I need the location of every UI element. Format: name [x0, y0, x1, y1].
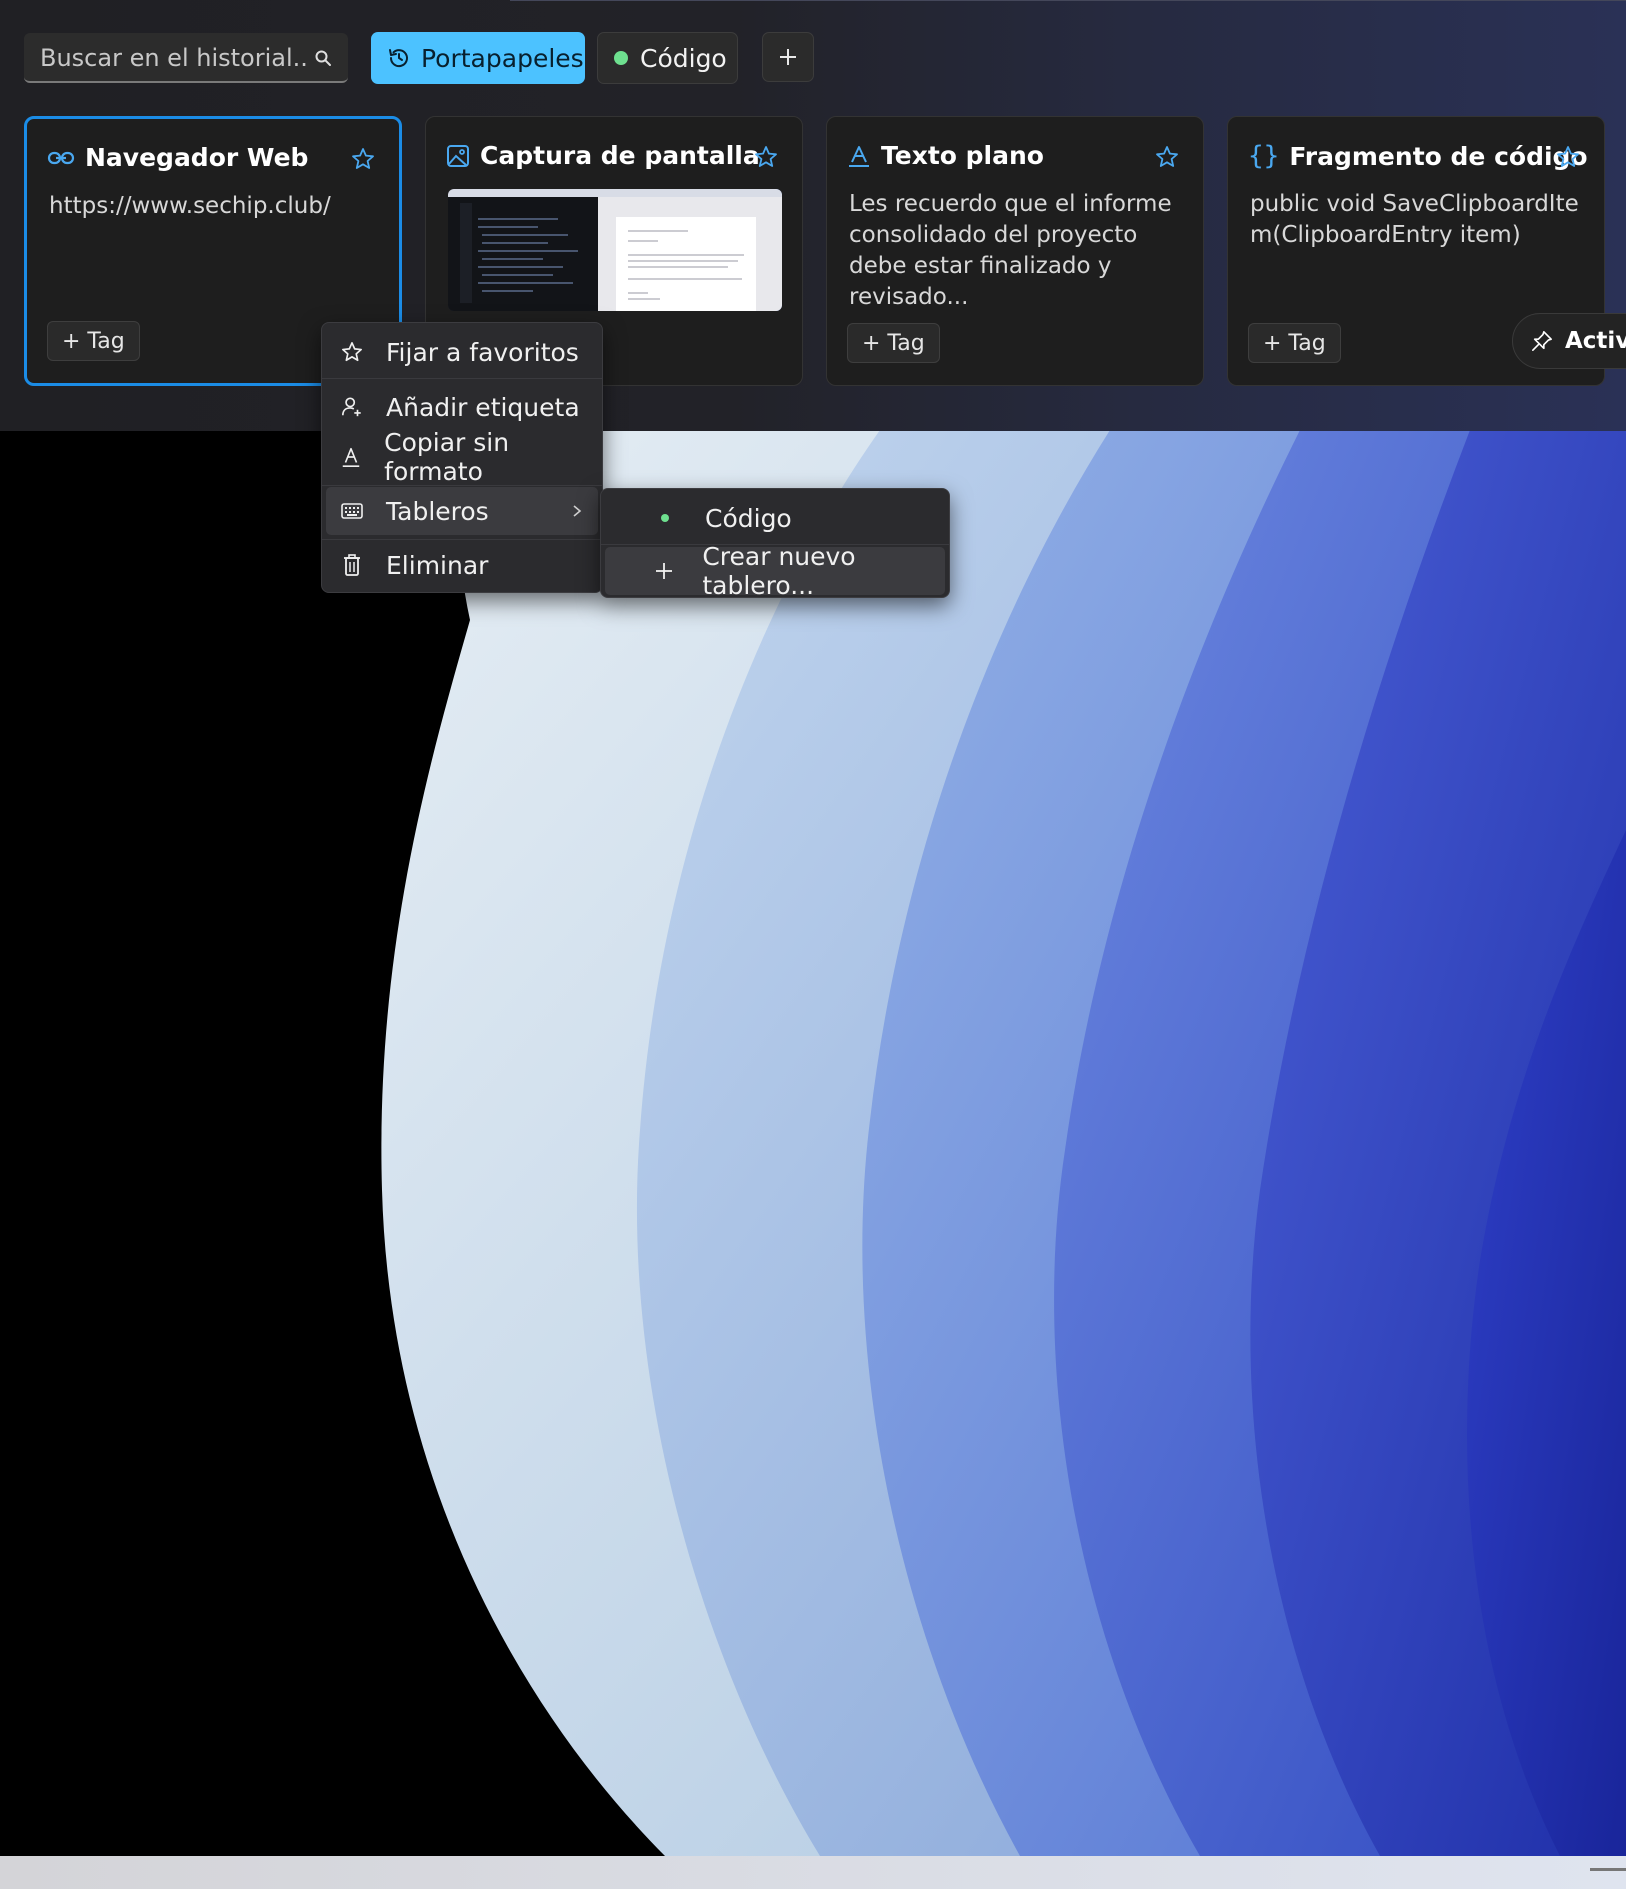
plus-icon — [653, 559, 674, 583]
tab-label: Código — [640, 43, 727, 73]
tab-board-codigo[interactable]: Código — [597, 32, 738, 84]
text-icon — [849, 145, 869, 167]
menu-item-label: Copiar sin formato — [384, 428, 510, 486]
menu-item-label: Crear nuevo tablero... — [702, 542, 856, 600]
clip-card-plain-text[interactable]: Texto plano Les recuerdo que el informe … — [826, 116, 1204, 386]
menu-separator — [322, 539, 602, 540]
add-board-button[interactable] — [762, 32, 814, 82]
submenu-item-codigo[interactable]: Código — [605, 494, 945, 542]
clipboard-panel: Portapapeles Código Navegador Web https:… — [0, 0, 1626, 431]
add-tag-button[interactable]: + Tag — [1248, 323, 1341, 363]
image-icon — [447, 144, 469, 167]
add-tag-button[interactable]: + Tag — [47, 321, 140, 361]
card-header: {} Fragmento de código — [1248, 141, 1588, 171]
card-title: Texto plano — [881, 141, 1044, 170]
star-icon — [340, 340, 364, 364]
card-title: Captura de pantalla — [480, 141, 760, 170]
taskbar-indicator — [1590, 1868, 1626, 1871]
context-menu: Fijar a favoritos Añadir etiqueta Copiar… — [321, 322, 603, 593]
menu-item-label: Eliminar — [386, 550, 489, 580]
menu-item-label: Tableros — [386, 496, 489, 526]
chevron-right-icon — [573, 505, 582, 517]
card-content: public void SaveClipboardItem(ClipboardE… — [1250, 191, 1579, 248]
menu-item-add-tag[interactable]: Añadir etiqueta — [326, 383, 598, 431]
board-color-dot — [614, 51, 628, 65]
keyboard-icon — [340, 499, 364, 523]
search-input[interactable] — [38, 33, 312, 83]
menu-item-label: Añadir etiqueta — [386, 392, 580, 422]
pin-button[interactable]: Activa — [1512, 313, 1626, 369]
card-title: Navegador Web — [85, 143, 309, 172]
pin-label: Activa — [1565, 328, 1626, 354]
favorite-star-icon[interactable] — [351, 147, 375, 171]
taskbar — [0, 1856, 1626, 1889]
add-tag-button[interactable]: + Tag — [847, 323, 940, 363]
menu-separator — [322, 378, 602, 379]
card-content: https://www.sechip.club/ — [49, 193, 331, 219]
pin-icon — [1532, 331, 1552, 351]
text-format-icon — [340, 445, 362, 469]
plus-icon — [780, 49, 796, 65]
panel-border — [510, 0, 1626, 1]
card-content: Les recuerdo que el informe consolidado … — [849, 191, 1172, 310]
menu-item-copy-plain[interactable]: Copiar sin formato — [326, 428, 598, 486]
history-icon — [389, 49, 408, 68]
menu-item-delete[interactable]: Eliminar — [326, 541, 598, 589]
card-title: Fragmento de código — [1289, 141, 1588, 171]
favorite-star-icon[interactable] — [1155, 145, 1179, 169]
person-add-icon — [340, 395, 364, 419]
menu-item-boards[interactable]: Tableros — [326, 487, 598, 535]
dot-icon — [653, 506, 677, 530]
submenu-item-create-board[interactable]: Crear nuevo tablero... — [605, 542, 945, 600]
favorite-star-icon[interactable] — [1556, 145, 1580, 169]
menu-item-pin-favorite[interactable]: Fijar a favoritos — [326, 328, 598, 376]
code-braces-icon: {} — [1248, 141, 1280, 171]
boards-submenu: Código Crear nuevo tablero... — [600, 488, 950, 600]
search-icon[interactable] — [314, 49, 332, 67]
link-icon — [47, 151, 75, 164]
desktop-wallpaper — [0, 430, 1626, 1856]
menu-separator — [322, 485, 602, 486]
card-header: Captura de pantalla — [446, 141, 760, 170]
search-box[interactable] — [24, 33, 348, 83]
screenshot-thumbnail — [448, 189, 782, 311]
menu-item-label: Código — [705, 503, 792, 533]
card-header: Navegador Web — [47, 143, 308, 172]
menu-item-label: Fijar a favoritos — [386, 337, 579, 367]
tab-portapapeles[interactable]: Portapapeles — [371, 32, 585, 84]
card-header: Texto plano — [847, 141, 1044, 170]
trash-icon — [340, 553, 364, 577]
favorite-star-icon[interactable] — [754, 145, 778, 169]
tab-label: Portapapeles — [421, 43, 584, 73]
